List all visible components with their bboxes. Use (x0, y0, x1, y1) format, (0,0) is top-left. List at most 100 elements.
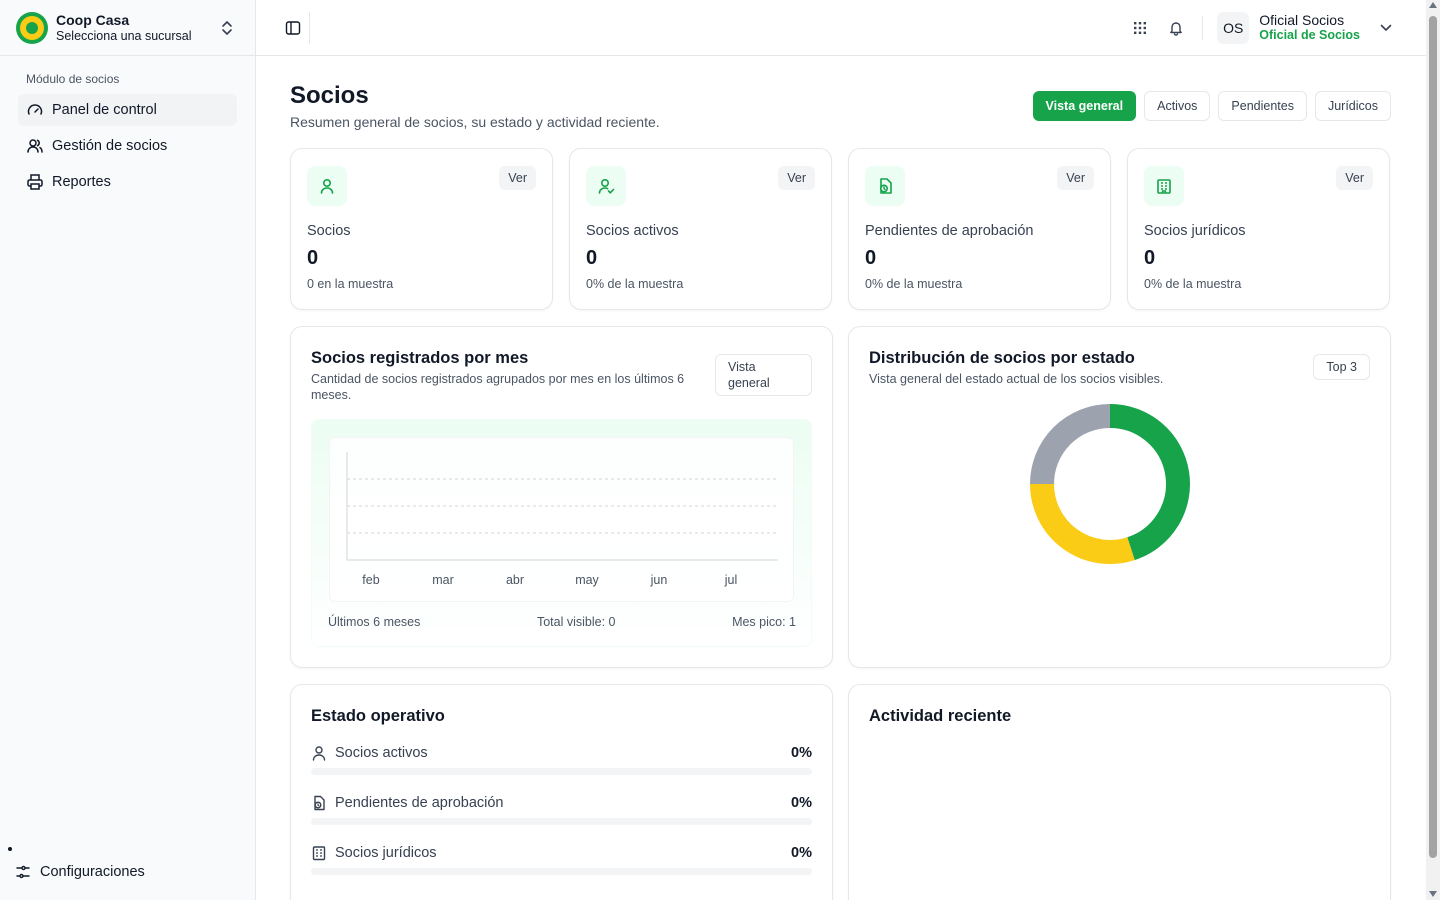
stat-card-socios: Ver Socios 0 0 en la muestra (290, 148, 553, 310)
bar-chart: feb mar abr may jun jul (346, 452, 778, 587)
card-title: Estado operativo (311, 707, 445, 725)
ops-value: 0% (791, 795, 812, 811)
branch-switcher[interactable]: Coop Casa Selecciona una sucursal (0, 0, 255, 56)
scroll-up-arrow[interactable] (1429, 2, 1437, 8)
chart-subtitle: Cantidad de socios registrados agrupados… (311, 372, 685, 402)
operational-status-card: Estado operativo Socios activos 0% Pendi… (290, 684, 833, 900)
progress-bar (311, 818, 812, 825)
ops-row-pendientes: Pendientes de aprobación 0% (311, 795, 812, 825)
chart-title: Socios registrados por mes (311, 349, 529, 367)
scroll-thumb[interactable] (1429, 16, 1437, 858)
chart-footer-peak: Mes pico: 1 (732, 615, 796, 629)
chart-subtitle: Vista general del estado actual de los s… (869, 372, 1164, 386)
user-check-icon (586, 166, 626, 206)
status-dot (8, 847, 12, 851)
ops-row-juridicos: Socios jurídicos 0% (311, 845, 812, 875)
sidebar-item-label: Gestión de socios (52, 138, 168, 154)
sidebar: Coop Casa Selecciona una sucursal Módulo… (0, 0, 256, 900)
stat-card-juridicos: Ver Socios jurídicos 0 0% de la muestra (1127, 148, 1390, 310)
view-button[interactable]: Ver (778, 166, 815, 190)
top-select[interactable]: Top 3 (1313, 354, 1370, 380)
monthly-registrations-card: Socios registrados por mes Cantidad de s… (290, 326, 833, 668)
x-tick-label: mar (432, 573, 454, 587)
stat-note: 0% de la muestra (1144, 277, 1242, 291)
users-icon (27, 139, 43, 153)
brand-subtitle: Selecciona una sucursal (56, 28, 192, 43)
user-icon (307, 166, 347, 206)
sidebar-item-reportes[interactable]: Reportes (18, 166, 237, 198)
x-tick-label: abr (506, 573, 524, 587)
stat-card-socios-activos: Ver Socios activos 0 0% de la muestra (569, 148, 832, 310)
scroll-down-arrow[interactable] (1429, 891, 1437, 897)
panel-left-icon (285, 20, 300, 35)
recent-activity-card: Actividad reciente (848, 684, 1391, 900)
view-button[interactable]: Ver (1336, 166, 1373, 190)
x-tick-label: jul (724, 573, 738, 587)
chart-view-select[interactable]: Vista general (715, 354, 812, 396)
x-tick-label: may (575, 573, 599, 587)
progress-bar (311, 768, 812, 775)
coop-logo (16, 11, 48, 44)
nav-section-label: Módulo de socios (26, 72, 120, 86)
card-title: Actividad reciente (869, 707, 1012, 725)
settings-link[interactable]: Configuraciones (16, 864, 145, 880)
stat-note: 0 en la muestra (307, 277, 394, 291)
view-button[interactable]: Ver (499, 166, 536, 190)
user-menu[interactable]: Oficial Socios Oficial de Socios (1259, 12, 1360, 43)
main-content: Socios Resumen general de socios, su est… (256, 57, 1426, 900)
page-title: Socios (290, 82, 369, 109)
chart-footer: Últimos 6 meses Total visible: 0 Mes pic… (328, 615, 796, 629)
tab-juridicos[interactable]: Jurídicos (1314, 91, 1391, 121)
stat-card-pendientes: Ver Pendientes de aprobación 0 0% de la … (848, 148, 1111, 310)
progress-bar (311, 868, 812, 875)
stat-value: 0 (586, 247, 598, 269)
sidebar-item-label: Reportes (52, 174, 111, 190)
stat-note: 0% de la muestra (865, 277, 963, 291)
gauge-icon (27, 104, 43, 115)
stat-label: Pendientes de aprobación (865, 223, 1034, 239)
ops-label: Socios jurídicos (335, 845, 437, 861)
notifications-button[interactable] (1160, 12, 1192, 44)
settings-label: Configuraciones (40, 864, 145, 880)
stat-label: Socios activos (586, 223, 679, 239)
chevron-down-icon[interactable] (1376, 18, 1396, 38)
ops-value: 0% (791, 745, 812, 761)
donut-slice (1030, 483, 1135, 564)
topbar: OS Oficial Socios Oficial de Socios (256, 0, 1426, 56)
stat-note: 0% de la muestra (586, 277, 684, 291)
view-tabs: Vista general Activos Pendientes Jurídic… (1025, 91, 1391, 121)
donut-slice (1109, 404, 1190, 561)
printer-icon (27, 174, 43, 190)
sidebar-toggle-button[interactable] (278, 11, 310, 44)
bell-icon (1170, 21, 1183, 36)
tab-activos[interactable]: Activos (1144, 91, 1211, 121)
sidebar-item-label: Panel de control (52, 102, 157, 118)
stat-label: Socios jurídicos (1144, 223, 1246, 239)
chart-title: Distribución de socios por estado (869, 349, 1135, 367)
sidebar-item-panel-de-control[interactable]: Panel de control (18, 94, 237, 126)
scrollbar[interactable] (1426, 0, 1440, 900)
view-button[interactable]: Ver (1057, 166, 1094, 190)
user-name: Oficial Socios (1259, 12, 1345, 28)
stat-label: Socios (307, 223, 351, 239)
avatar[interactable]: OS (1217, 11, 1250, 44)
file-clock-icon (865, 166, 905, 206)
chart-area: feb mar abr may jun jul Últimos 6 meses Total… (311, 419, 812, 647)
sliders-icon (16, 865, 30, 879)
apps-grid-button[interactable] (1124, 12, 1156, 44)
sidebar-item-gestion-de-socios[interactable]: Gestión de socios (18, 130, 237, 162)
chart-footer-range: Últimos 6 meses (328, 615, 421, 629)
tab-pendientes[interactable]: Pendientes (1218, 91, 1307, 121)
user-icon (312, 746, 326, 761)
stat-value: 0 (1144, 247, 1156, 269)
divider (1202, 15, 1204, 40)
user-role: Oficial de Socios (1259, 28, 1360, 42)
ops-row-activos: Socios activos 0% (311, 745, 812, 775)
chart-plot: feb mar abr may jun jul (329, 437, 794, 602)
x-tick-label: feb (362, 573, 379, 587)
tab-vista-general[interactable]: Vista general (1032, 91, 1137, 121)
chart-footer-total: Total visible: 0 (536, 615, 616, 629)
chevrons-up-down-icon[interactable] (215, 16, 239, 40)
x-tick-label: jun (650, 573, 668, 587)
ops-label: Socios activos (335, 745, 428, 761)
